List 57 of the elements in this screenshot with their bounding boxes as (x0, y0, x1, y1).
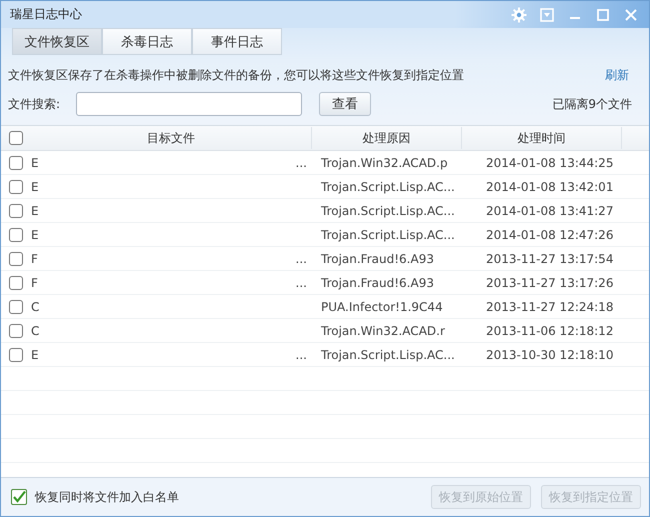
whitelist-label: 恢复同时将文件加入白名单 (35, 488, 179, 506)
table-cell: 2013-11-27 13:17:54 (486, 252, 614, 266)
row-checkbox[interactable] (9, 300, 23, 314)
table-cell: Trojan.Win32.ACAD.r (321, 324, 445, 338)
row-checkbox[interactable] (9, 156, 23, 170)
description-text: 文件恢复区保存了在杀毒操作中被删除文件的备份，您可以将这些文件恢复到指定位置 (8, 66, 464, 84)
file-name: E (31, 348, 39, 362)
file-name: E (31, 180, 39, 194)
table-cell: Trojan.Fraud!6.A93 (321, 252, 434, 266)
table-cell: 2013-10-30 12:18:10 (486, 348, 614, 362)
tab[interactable]: 杀毒日志 (102, 28, 192, 55)
select-all-checkbox[interactable] (9, 131, 23, 145)
search-label: 文件搜索: (8, 96, 60, 112)
table-cell: 2013-11-27 13:17:26 (486, 276, 614, 290)
table-cell: Trojan.Script.Lisp.AC... (321, 180, 455, 194)
row-checkbox[interactable] (9, 276, 23, 290)
file-name: C (31, 300, 40, 314)
file-name: E (31, 228, 39, 242)
settings-icon[interactable] (511, 6, 527, 22)
table-cell: 2013-11-06 12:18:12 (486, 324, 614, 338)
table-cell: 2014-01-08 13:41:27 (486, 204, 614, 218)
table-cell: Trojan.Script.Lisp.AC... (321, 204, 455, 218)
table-cell: 2014-01-08 12:47:26 (486, 228, 614, 242)
table-cell: 2013-11-27 12:24:18 (486, 300, 614, 314)
file-name: F (31, 252, 38, 266)
file-name-ellipsis: ... (296, 276, 307, 290)
whitelist-checkbox[interactable] (11, 489, 27, 505)
row-checkbox[interactable] (9, 204, 23, 218)
table-cell: 2014-01-08 13:44:25 (486, 156, 614, 170)
table-cell: Trojan.Fraud!6.A93 (321, 276, 434, 290)
view-button[interactable]: 查看 (319, 92, 372, 116)
refresh-link[interactable]: 刷新 (605, 66, 629, 84)
column-header[interactable]: 处理时间 (461, 127, 621, 149)
file-name: E (31, 204, 39, 218)
row-checkbox[interactable] (9, 180, 23, 194)
column-header[interactable]: 目标文件 (31, 127, 311, 149)
table-cell: Trojan.Script.Lisp.AC... (321, 348, 455, 362)
tab[interactable]: 文件恢复区 (12, 28, 102, 55)
column-header[interactable]: 处理原因 (311, 127, 461, 149)
file-name-ellipsis: ... (296, 252, 307, 266)
window-title: 瑞星日志中心 (10, 6, 82, 23)
tab[interactable]: 事件日志 (192, 28, 282, 55)
table-cell: PUA.Infector!1.9C44 (321, 300, 443, 314)
row-checkbox[interactable] (9, 228, 23, 242)
table-cell: 2014-01-08 13:42:01 (486, 180, 614, 194)
file-name: C (31, 324, 40, 338)
file-name: F (31, 276, 38, 290)
file-name-ellipsis: ... (296, 348, 307, 362)
search-field[interactable] (76, 92, 302, 116)
table-cell: Trojan.Script.Lisp.AC... (321, 228, 455, 242)
row-checkbox[interactable] (9, 252, 23, 266)
quarantine-count: 已隔离9个文件 (552, 96, 632, 112)
file-name: E (31, 156, 39, 170)
row-checkbox[interactable] (9, 324, 23, 338)
file-name-ellipsis: ... (296, 156, 307, 170)
row-checkbox[interactable] (9, 348, 23, 362)
table-cell: Trojan.Win32.ACAD.p (321, 156, 448, 170)
